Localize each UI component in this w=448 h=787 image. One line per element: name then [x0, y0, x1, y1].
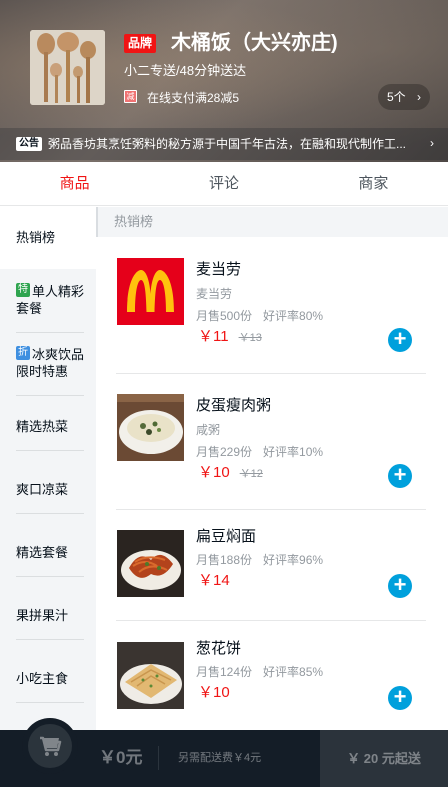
add-icon[interactable]: + — [388, 464, 412, 488]
cart-logo — [28, 724, 72, 768]
divider — [116, 373, 426, 374]
shop-name: 木桶饭（大兴亦庄) — [171, 32, 338, 54]
food-description: 麦当劳 — [196, 287, 233, 301]
old-price: ￥13 — [238, 332, 262, 344]
category-menu: 热销榜 特单人精彩套餐 折冰爽饮品限时特惠 精选热菜 爽口凉菜 精选套餐 果拼果… — [0, 207, 96, 730]
food-name: 葱花饼 — [196, 640, 242, 657]
special-icon: 特 — [16, 283, 30, 297]
food-image — [117, 258, 184, 325]
bulletin-bar[interactable]: 公告 粥品香坊其烹饪粥料的秘方源于中国千年古法，在融和现代制作工... › — [0, 128, 448, 160]
food-extra: 月售124份 好评率85% — [196, 666, 323, 678]
menu-item-label: 热销榜 — [16, 230, 56, 245]
food-extra: 月售188份 好评率96% — [196, 554, 323, 566]
rating: 好评率80% — [263, 309, 324, 323]
section-title: 热销榜 — [96, 207, 448, 237]
menu-item-hot[interactable]: 热销榜 — [0, 207, 96, 269]
food-name: 扁豆焖面 — [196, 528, 257, 545]
current-price: ￥10 — [198, 684, 230, 701]
brand-badge: 品牌 — [124, 34, 157, 53]
menu-item-hot-dishes[interactable]: 精选热菜 — [0, 395, 96, 458]
rating: 好评率85% — [263, 665, 324, 679]
divider — [116, 509, 426, 510]
sell-count: 月售188份 — [196, 553, 253, 567]
scallion-pancake-image — [117, 642, 184, 709]
food-description: 咸粥 — [196, 423, 221, 437]
menu-item-snacks[interactable]: 小吃主食 — [0, 647, 96, 710]
shop-avatar — [30, 30, 105, 105]
bulletin-badge: 公告 — [16, 137, 42, 151]
chevron-right-icon: › — [430, 136, 434, 150]
food-image — [117, 642, 184, 709]
coupon-count-label: 5个 — [387, 90, 406, 104]
food-name: 皮蛋瘦肉粥 — [196, 397, 272, 414]
food-extra: 月售500份 好评率80% — [196, 310, 323, 322]
add-icon[interactable]: + — [388, 574, 412, 598]
current-price: ￥14 — [198, 572, 230, 589]
sell-count: 月售500份 — [196, 309, 253, 323]
old-price: ￥12 — [239, 468, 263, 480]
food-list: 热销榜 麦当劳 麦当劳 月售500份 好评率80% ￥11 ￥13 + 皮蛋瘦肉… — [96, 207, 448, 730]
sell-count: 月售124份 — [196, 665, 253, 679]
delivery-fee-desc: 另需配送费￥4元 — [178, 752, 262, 764]
current-price: ￥10 — [198, 464, 230, 481]
menu-item-fruit[interactable]: 果拼果汁 — [0, 584, 96, 647]
menu-item-label: 精选热菜 — [16, 418, 69, 434]
add-icon[interactable]: + — [388, 686, 412, 710]
current-price: ￥11 — [198, 328, 229, 345]
braised-noodles-image — [117, 530, 184, 597]
pay-button[interactable]: ￥ 20 元起送 — [320, 730, 448, 787]
menu-item-label: 小吃主食 — [16, 670, 69, 686]
rating: 好评率96% — [263, 553, 324, 567]
menu-item-drinks[interactable]: 折冰爽饮品限时特惠 — [0, 332, 96, 396]
food-price: ￥10 ￥12 — [198, 463, 263, 484]
tab-seller[interactable]: 商家 — [299, 162, 448, 205]
add-icon[interactable]: + — [388, 328, 412, 352]
mcdonalds-logo-image — [117, 258, 184, 325]
shop-header: 品牌 木桶饭（大兴亦庄) 小二专送/48分钟送达 减 在线支付满28减5 5个 … — [0, 0, 448, 162]
menu-item-label: 果拼果汁 — [16, 607, 69, 623]
bulletin-text: 粥品香坊其烹饪粥料的秘方源于中国千年古法，在融和现代制作工... — [48, 137, 407, 151]
food-extra: 月售229份 好评率10% — [196, 446, 323, 458]
menu-item-label: 精选套餐 — [16, 544, 69, 560]
menu-item-label: 爽口凉菜 — [16, 481, 69, 497]
tab-ratings[interactable]: 评论 — [149, 162, 298, 205]
cart-button[interactable] — [22, 718, 78, 774]
discount-icon: 减 — [124, 90, 137, 103]
menu-item-cold-dishes[interactable]: 爽口凉菜 — [0, 458, 96, 521]
tab-bar: 商品 评论 商家 — [0, 162, 448, 206]
food-name: 麦当劳 — [196, 261, 242, 278]
menu-item-sets[interactable]: 精选套餐 — [0, 521, 96, 584]
divider — [116, 620, 426, 621]
shopcart-bar: ￥0元 另需配送费￥4元 ￥ 20 元起送 — [0, 718, 448, 787]
congee-image — [117, 394, 184, 461]
food-price: ￥11 ￥13 — [198, 327, 262, 348]
coupon-count-button[interactable]: 5个 › — [378, 84, 430, 110]
discount-icon: 折 — [16, 346, 30, 360]
tab-goods[interactable]: 商品 — [0, 162, 149, 205]
food-price: ￥14 — [198, 571, 230, 591]
food-image — [117, 530, 184, 597]
delivery-info: 小二专送/48分钟送达 — [124, 63, 247, 78]
chevron-right-icon: › — [417, 90, 421, 104]
menu-item-single-set[interactable]: 特单人精彩套餐 — [0, 269, 96, 333]
sell-count: 月售229份 — [196, 445, 253, 459]
cart-total-price: ￥0元 — [99, 746, 160, 770]
shopping-cart-icon — [40, 736, 62, 756]
food-image — [117, 394, 184, 461]
food-price: ￥10 — [198, 683, 230, 703]
rating: 好评率10% — [263, 445, 324, 459]
spoons-image — [30, 30, 105, 105]
promo-text: 在线支付满28减5 — [147, 91, 240, 105]
